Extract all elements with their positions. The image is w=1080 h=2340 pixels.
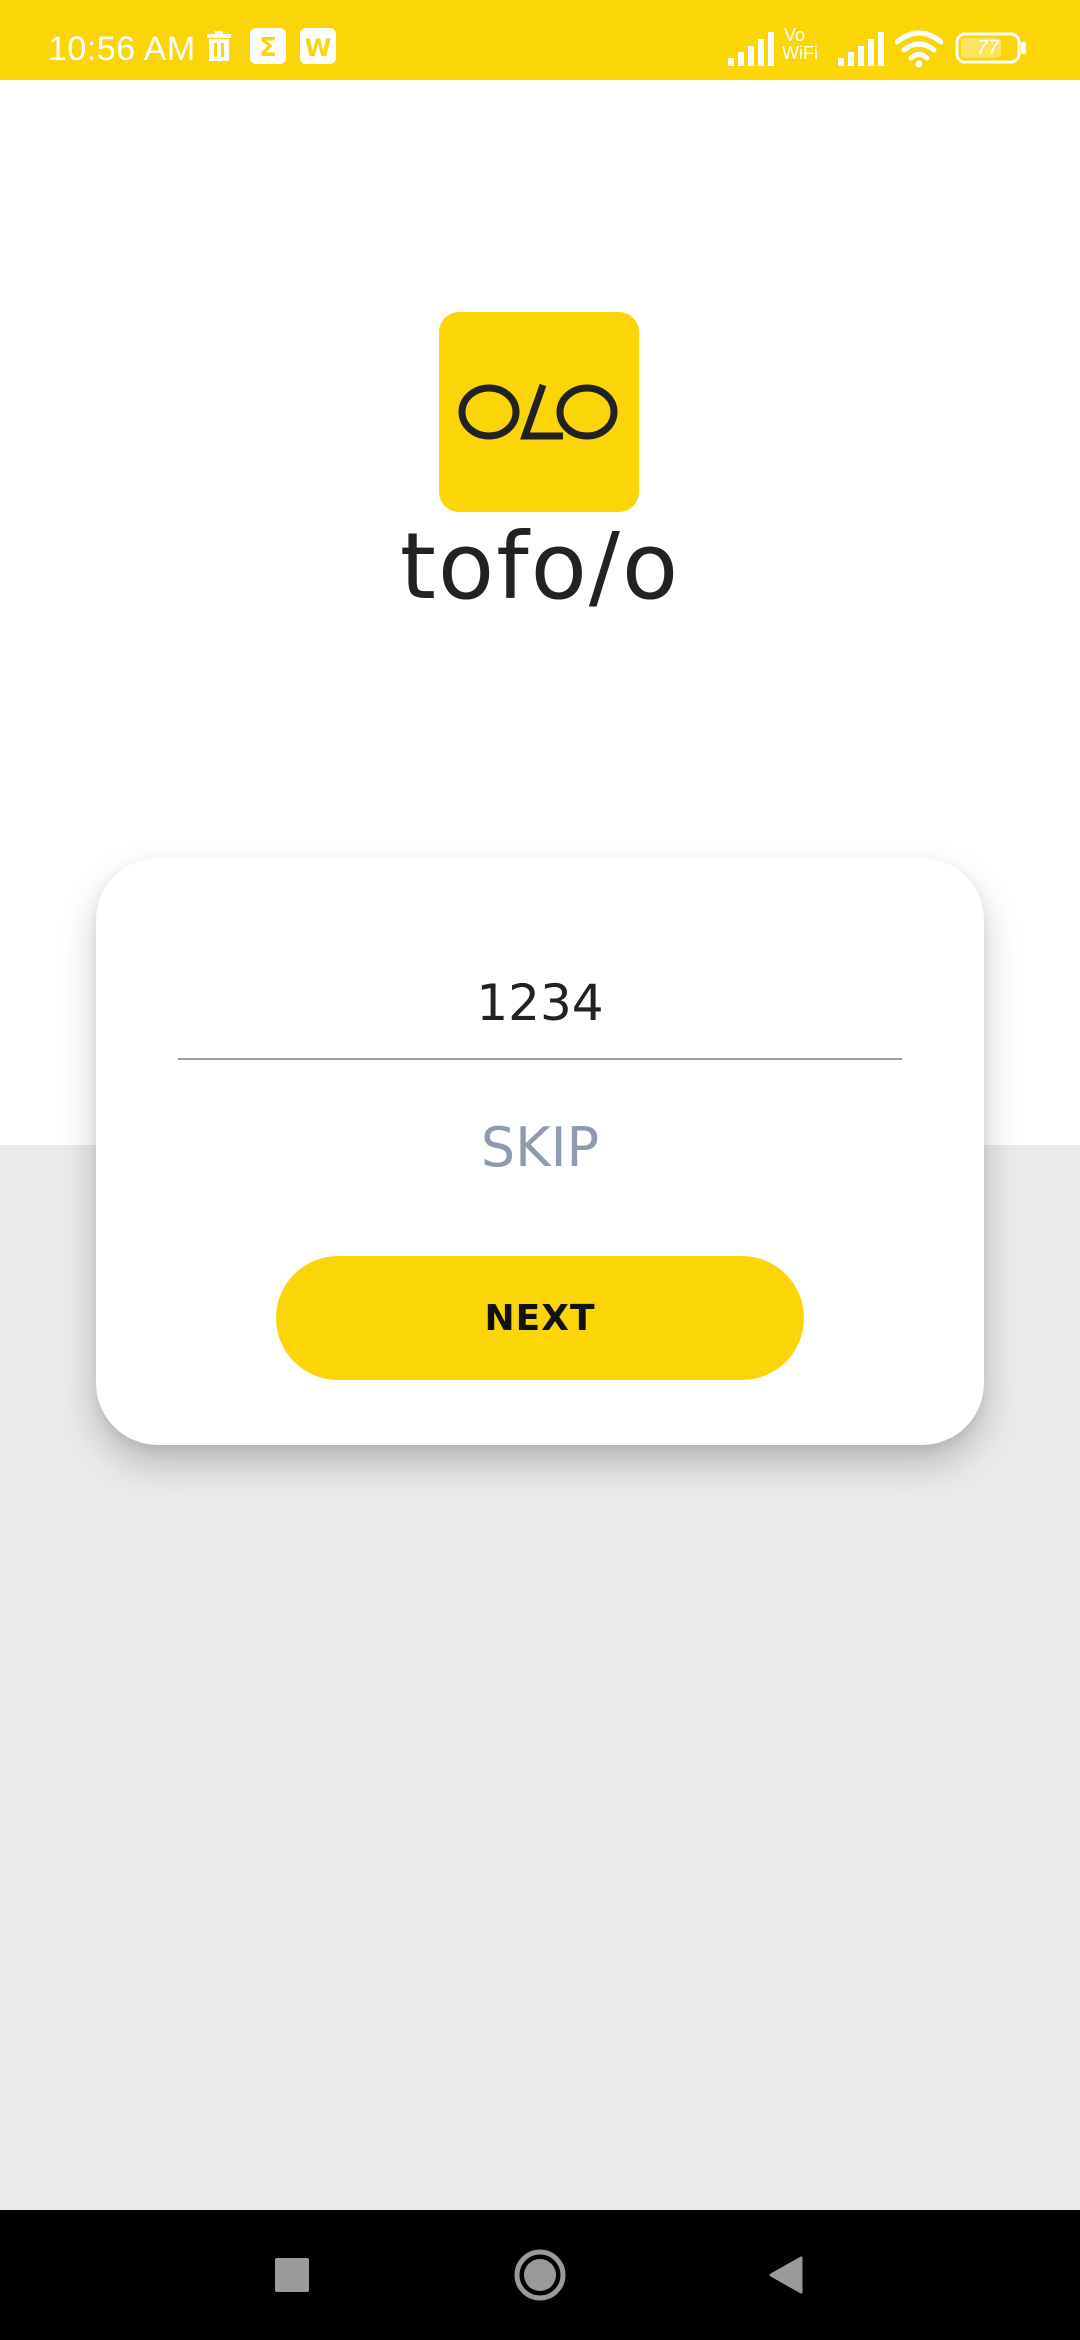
battery-level: 77 <box>976 37 1000 59</box>
skip-button[interactable]: SKIP <box>440 1108 640 1188</box>
vo-wifi-top-label: Vo <box>784 25 806 45</box>
status-bar: 10:56 AM Σ W Vo WiFi 77 <box>0 0 1080 80</box>
svg-text:Σ: Σ <box>259 33 277 63</box>
home-button[interactable] <box>480 2210 600 2340</box>
back-button[interactable] <box>725 2210 845 2340</box>
signal-icon <box>728 32 774 71</box>
navigation-bar <box>0 2210 1080 2340</box>
battery-icon: 77 <box>955 32 1027 64</box>
w-app-icon: W <box>300 28 336 69</box>
trash-icon <box>205 30 233 67</box>
recents-button[interactable] <box>232 2210 352 2340</box>
brand-wordmark: tofo/o <box>399 513 681 620</box>
signal-icon <box>838 32 884 71</box>
vo-wifi-bottom-label: WiFi <box>782 43 818 63</box>
code-input[interactable] <box>178 948 902 1060</box>
next-button[interactable]: NEXT <box>276 1256 804 1380</box>
vo-wifi-icon: Vo WiFi <box>782 26 830 72</box>
sigma-icon: Σ <box>250 28 286 69</box>
brand-logo-icon <box>439 312 639 512</box>
status-time: 10:56 AM <box>48 30 196 68</box>
wifi-icon <box>894 30 944 73</box>
svg-text:W: W <box>305 34 331 62</box>
code-card: SKIP NEXT <box>96 858 984 1445</box>
